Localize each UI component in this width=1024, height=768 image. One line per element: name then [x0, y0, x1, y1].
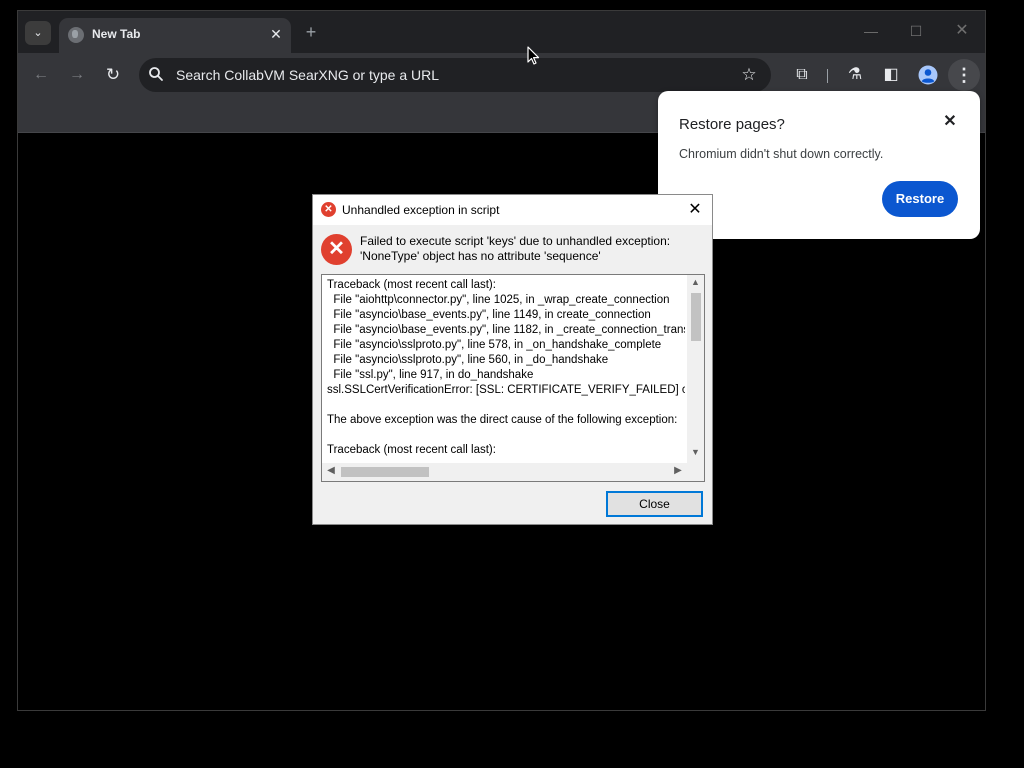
traceback-line: [327, 428, 685, 443]
side-panel-icon[interactable]: ◧: [877, 61, 905, 89]
traceback-line: File "asyncio\sslproto.py", line 560, in…: [327, 354, 609, 366]
traceback-textbox[interactable]: Traceback (most recent call last): File …: [321, 274, 705, 482]
tab-new-tab[interactable]: New Tab ✕: [59, 18, 291, 53]
error-message-line-1: Failed to execute script 'keys' due to u…: [360, 234, 671, 248]
profile-avatar-icon[interactable]: [914, 61, 942, 89]
forward-button[interactable]: →: [63, 61, 91, 89]
traceback-line: File "asyncio\base_events.py", line 1182…: [327, 324, 685, 336]
tab-title: New Tab: [92, 27, 141, 41]
mouse-cursor-icon: [527, 46, 540, 65]
maximize-button[interactable]: ☐: [901, 19, 931, 43]
error-small-icon: ✕: [321, 202, 336, 217]
dialog-close-icon[interactable]: ✕: [683, 199, 707, 221]
scroll-down-arrow-icon[interactable]: ▼: [687, 447, 704, 461]
restore-popup-title: Restore pages?: [679, 116, 785, 133]
traceback-text: Traceback (most recent call last): File …: [327, 278, 685, 461]
tab-strip: ⌄ New Tab ✕ + — ☐ ✕: [18, 11, 985, 53]
restore-popup-message: Chromium didn't shut down correctly.: [679, 147, 884, 161]
extensions-icon[interactable]: ⧉: [788, 61, 816, 89]
minimize-button[interactable]: —: [856, 19, 886, 43]
horizontal-scrollbar[interactable]: ◀ ▶: [322, 463, 704, 481]
toolbar-divider: [827, 69, 828, 83]
scroll-right-arrow-icon[interactable]: ▶: [671, 465, 685, 479]
tab-search-button[interactable]: ⌄: [25, 21, 51, 45]
restore-popup-close-icon[interactable]: ✕: [939, 111, 961, 133]
tab-close-icon[interactable]: ✕: [267, 25, 285, 43]
chevron-down-icon: ⌄: [33, 27, 43, 39]
horizontal-scroll-thumb[interactable]: [341, 467, 429, 477]
back-button[interactable]: ←: [27, 61, 55, 89]
error-message-line-2: 'NoneType' object has no attribute 'sequ…: [360, 249, 601, 263]
scroll-up-arrow-icon[interactable]: ▲: [687, 277, 704, 291]
address-bar[interactable]: Search CollabVM SearXNG or type a URL ☆: [139, 58, 771, 92]
restore-button[interactable]: Restore: [882, 181, 958, 217]
traceback-line: File "ssl.py", line 917, in do_handshake: [327, 369, 534, 381]
window-close-button[interactable]: ✕: [947, 19, 977, 43]
vertical-scroll-thumb[interactable]: [691, 293, 701, 341]
traceback-line: File "asyncio\base_events.py", line 1149…: [327, 309, 651, 321]
scroll-left-arrow-icon[interactable]: ◀: [324, 465, 338, 479]
vertical-scrollbar[interactable]: ▲ ▼: [687, 275, 704, 463]
error-icon: ✕: [321, 234, 352, 265]
close-button[interactable]: Close: [606, 491, 703, 517]
desktop-screen: ⌄ New Tab ✕ + — ☐ ✕ ← → ↻ Search CollabV…: [0, 0, 1024, 768]
labs-flask-icon[interactable]: ⚗: [841, 61, 869, 89]
dialog-titlebar[interactable]: ✕ Unhandled exception in script ✕: [313, 195, 712, 225]
traceback-line: Traceback (most recent call last):: [327, 279, 496, 291]
traceback-line: The above exception was the direct cause…: [327, 414, 678, 426]
address-bar-placeholder: Search CollabVM SearXNG or type a URL: [176, 67, 439, 83]
bookmark-star-icon[interactable]: ☆: [735, 61, 763, 89]
traceback-line: [327, 398, 685, 413]
traceback-line: Traceback (most recent call last):: [327, 444, 496, 456]
globe-icon: [68, 27, 84, 43]
traceback-line: ssl.SSLCertVerificationError: [SSL: CERT…: [327, 384, 685, 396]
traceback-line: File "asyncio\sslproto.py", line 578, in…: [327, 339, 662, 351]
reload-button[interactable]: ↻: [99, 61, 127, 89]
exception-dialog: ✕ Unhandled exception in script ✕ ✕ Fail…: [312, 194, 713, 525]
more-menu-icon[interactable]: ⋮: [948, 59, 980, 91]
dialog-title: Unhandled exception in script: [342, 203, 500, 217]
new-tab-button[interactable]: +: [300, 21, 322, 43]
search-icon: [149, 67, 163, 81]
traceback-line: File "aiohttp\connector.py", line 1025, …: [327, 294, 670, 306]
